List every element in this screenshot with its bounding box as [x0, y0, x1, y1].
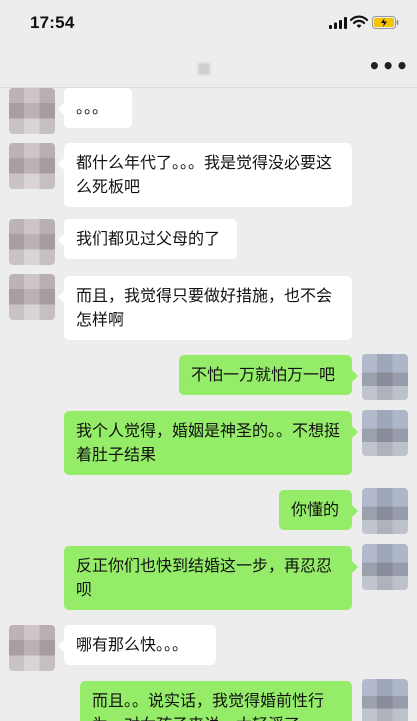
message-text: 哪有那么快。。。	[76, 635, 189, 654]
contact-avatar[interactable]	[9, 625, 55, 671]
incoming-message-bubble[interactable]: 。。。	[58, 88, 132, 128]
status-time: 17:54	[30, 13, 75, 32]
more-options-icon[interactable]: •••	[368, 56, 408, 80]
contact-avatar[interactable]	[9, 219, 55, 265]
user-avatar[interactable]	[362, 544, 408, 590]
message-text: 而且，我觉得只要做好措施，也不会怎样啊	[76, 286, 333, 329]
user-avatar[interactable]	[362, 410, 408, 456]
message-text: 我个人觉得，婚姻是神圣的。。不想挺着肚子结果	[76, 421, 341, 464]
incoming-message-bubble[interactable]: 而且，我觉得只要做好措施，也不会怎样啊	[58, 276, 352, 340]
contact-avatar[interactable]	[9, 143, 55, 189]
message-text: 都什么年代了。。。我是觉得没必要这么死板吧	[76, 153, 333, 196]
outgoing-message-bubble[interactable]: 不怕一万就怕万一吧	[179, 355, 358, 395]
message-text: 我们都见过父母的了	[76, 229, 221, 248]
nav-bar: •••	[0, 48, 417, 88]
outgoing-message-bubble[interactable]: 我个人觉得，婚姻是神圣的。。不想挺着肚子结果	[64, 411, 358, 475]
message-text: 你懂的	[291, 500, 340, 519]
outgoing-message-bubble[interactable]: 反正你们也快到结婚这一步，再忍忍呗	[64, 546, 358, 610]
chat-message-list[interactable]: 。。。 都什么年代了。。。我是觉得没必要这么死板吧 我们都见过父母的了 而且，我…	[0, 88, 417, 721]
chat-title-blurred	[198, 63, 210, 75]
user-avatar[interactable]	[362, 679, 408, 721]
contact-avatar[interactable]	[9, 88, 55, 134]
status-bar: 17:54	[0, 0, 417, 48]
message-text: 而且。。说实话，我觉得婚前性行为，对女孩子来说，太轻浮了	[92, 691, 325, 721]
battery-charging-icon	[372, 16, 399, 29]
contact-avatar[interactable]	[9, 274, 55, 320]
message-text: 反正你们也快到结婚这一步，再忍忍呗	[76, 556, 333, 599]
user-avatar[interactable]	[362, 488, 408, 534]
message-text: 不怕一万就怕万一吧	[191, 365, 336, 384]
message-text: 。。。	[76, 98, 109, 117]
incoming-message-bubble[interactable]: 哪有那么快。。。	[58, 625, 216, 665]
incoming-message-bubble[interactable]: 都什么年代了。。。我是觉得没必要这么死板吧	[58, 143, 352, 207]
outgoing-message-bubble[interactable]: 你懂的	[279, 490, 358, 530]
user-avatar[interactable]	[362, 354, 408, 400]
outgoing-message-bubble[interactable]: 而且。。说实话，我觉得婚前性行为，对女孩子来说，太轻浮了	[80, 681, 352, 721]
incoming-message-bubble[interactable]: 我们都见过父母的了	[58, 219, 237, 259]
wifi-icon	[350, 15, 368, 28]
signal-icon	[329, 17, 347, 29]
